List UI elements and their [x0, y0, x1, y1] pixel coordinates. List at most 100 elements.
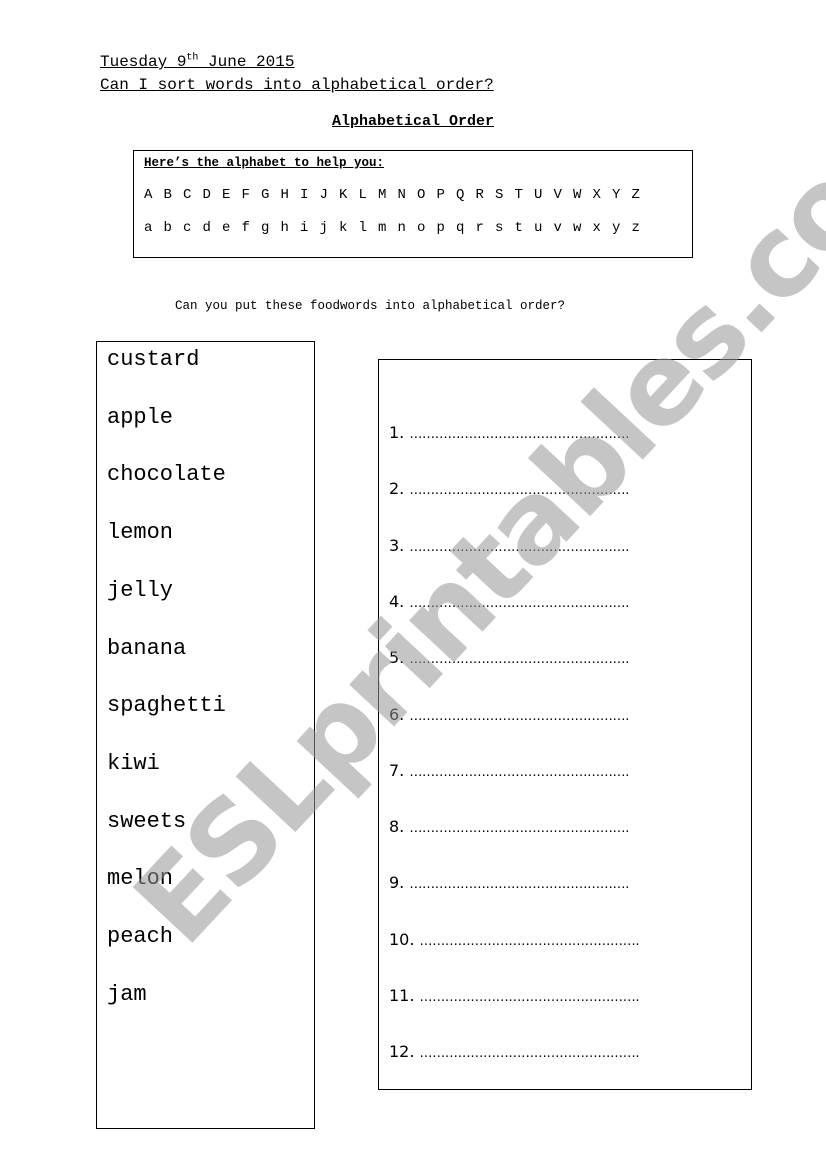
answer-blank[interactable]: …………………………………………….	[420, 990, 640, 1005]
alphabet-uppercase-row: ABCDEFGHIJKLMNOPQRSTUVWXYZ	[144, 187, 651, 203]
uppercase-letter: X	[592, 187, 601, 203]
uppercase-letter: F	[241, 187, 250, 203]
answer-number: 12.	[389, 1042, 420, 1062]
lowercase-letter: j	[319, 220, 328, 236]
word-item: sweets	[107, 808, 187, 834]
answer-blank[interactable]: …………………………………………….	[409, 709, 629, 724]
answer-blank[interactable]: …………………………………………….	[409, 765, 629, 780]
answer-line[interactable]: 12. …………………………………………….	[389, 1042, 640, 1064]
answer-blank[interactable]: …………………………………………….	[409, 877, 629, 892]
lowercase-letter: h	[280, 220, 289, 236]
uppercase-letter: K	[339, 187, 348, 203]
word-list-box: custard apple chocolate lemon jelly banana spa…	[96, 341, 315, 1129]
lowercase-letter: y	[612, 220, 621, 236]
answer-line[interactable]: 4. …………………………………………….	[389, 592, 629, 614]
answer-blank[interactable]: …………………………………………….	[409, 652, 629, 667]
lowercase-letter: b	[163, 220, 172, 236]
uppercase-letter: M	[378, 187, 387, 203]
lowercase-letter: n	[397, 220, 406, 236]
uppercase-letter: N	[397, 187, 406, 203]
uppercase-letter: C	[183, 187, 192, 203]
word-item: custard	[107, 347, 200, 372]
lowercase-letter: c	[183, 220, 192, 236]
lowercase-letter: f	[241, 220, 250, 236]
answer-line[interactable]: 8. …………………………………………….	[389, 817, 629, 839]
answer-blank[interactable]: …………………………………………….	[420, 1046, 640, 1061]
uppercase-letter: L	[358, 187, 367, 203]
uppercase-letter: V	[553, 187, 562, 203]
answer-number: 5.	[389, 648, 410, 668]
answer-blank[interactable]: …………………………………………….	[409, 596, 629, 611]
uppercase-letter: D	[202, 187, 211, 203]
answer-number: 4.	[389, 591, 410, 611]
word-item: spaghetti	[107, 693, 226, 719]
answer-number: 1.	[389, 423, 410, 442]
uppercase-letter: Q	[456, 187, 465, 203]
answer-box: 1. ……………………………………………. 2. ……………………………………………	[378, 359, 752, 1090]
word-item: lemon	[107, 520, 174, 546]
answer-line[interactable]: 1. …………………………………………….	[389, 423, 629, 445]
lowercase-letter: m	[378, 220, 387, 236]
alphabet-lowercase-row: abcdefghijklmnopqrstuvwxyz	[144, 220, 651, 236]
lowercase-letter: x	[592, 220, 601, 236]
lowercase-letter: d	[202, 220, 211, 236]
answer-number: 6.	[389, 704, 410, 724]
uppercase-letter: O	[417, 187, 426, 203]
lowercase-letter: s	[495, 220, 504, 236]
answer-line[interactable]: 6. …………………………………………….	[389, 705, 629, 727]
uppercase-letter: P	[436, 187, 445, 203]
learning-objective: Can I sort words into alphabetical order…	[100, 76, 494, 94]
answer-blank[interactable]: …………………………………………….	[409, 540, 629, 555]
lowercase-letter: z	[631, 220, 640, 236]
answer-line[interactable]: 11. …………………………………………….	[389, 986, 640, 1008]
answer-line[interactable]: 10. …………………………………………….	[389, 929, 640, 952]
lowercase-letter: k	[339, 220, 348, 236]
lowercase-letter: t	[514, 220, 523, 236]
answer-line[interactable]: 7. …………………………………………….	[389, 761, 629, 783]
lowercase-letter: r	[475, 220, 484, 236]
answer-blank[interactable]: …………………………………………….	[409, 427, 629, 442]
uppercase-letter: U	[534, 187, 543, 203]
answer-blank[interactable]: …………………………………………….	[409, 821, 629, 836]
word-item: kiwi	[107, 750, 160, 776]
answer-blank[interactable]: …………………………………………….	[420, 934, 640, 949]
uppercase-letter: T	[514, 187, 523, 203]
answer-number: 2.	[389, 479, 410, 499]
date-rest: June 2015	[198, 53, 295, 71]
instruction: Can you put these foodwords into alphabe…	[175, 299, 566, 313]
uppercase-letter: J	[319, 187, 328, 203]
uppercase-letter: R	[475, 187, 484, 203]
word-item: jelly	[107, 577, 174, 603]
lowercase-letter: g	[261, 220, 270, 236]
alphabet-box: Here’s the alphabet to help you: ABCDEFG…	[133, 150, 693, 258]
answer-line[interactable]: 9. …………………………………………….	[389, 873, 629, 895]
lowercase-letter: p	[436, 220, 445, 236]
date-suffix: th	[186, 52, 199, 64]
alphabet-heading: Here’s the alphabet to help you:	[144, 156, 385, 170]
answer-blank[interactable]: …………………………………………….	[409, 483, 629, 498]
uppercase-letter: Z	[631, 187, 640, 203]
answer-line[interactable]: 5. …………………………………………….	[389, 648, 629, 670]
word-item: melon	[107, 866, 174, 892]
lowercase-letter: v	[553, 220, 562, 236]
lowercase-letter: w	[573, 220, 582, 236]
date-day: Tuesday 9	[100, 53, 187, 71]
answer-number: 7.	[389, 760, 410, 780]
word-item: jam	[107, 981, 147, 1007]
answer-number: 11.	[389, 986, 420, 1005]
answer-number: 10.	[389, 929, 420, 949]
word-item: chocolate	[107, 462, 226, 488]
worksheet-title-text: Alphabetical Order	[331, 113, 495, 130]
lowercase-letter: q	[456, 220, 465, 236]
uppercase-letter: H	[280, 187, 289, 203]
uppercase-letter: G	[261, 187, 270, 203]
uppercase-letter: Y	[612, 187, 621, 203]
uppercase-letter: B	[163, 187, 172, 203]
answer-line[interactable]: 2. …………………………………………….	[389, 479, 629, 501]
uppercase-letter: S	[495, 187, 504, 203]
uppercase-letter: I	[300, 187, 309, 203]
uppercase-letter: A	[144, 187, 153, 203]
uppercase-letter: W	[573, 187, 582, 203]
answer-line[interactable]: 3. …………………………………………….	[389, 536, 629, 558]
lowercase-letter: i	[300, 220, 309, 236]
